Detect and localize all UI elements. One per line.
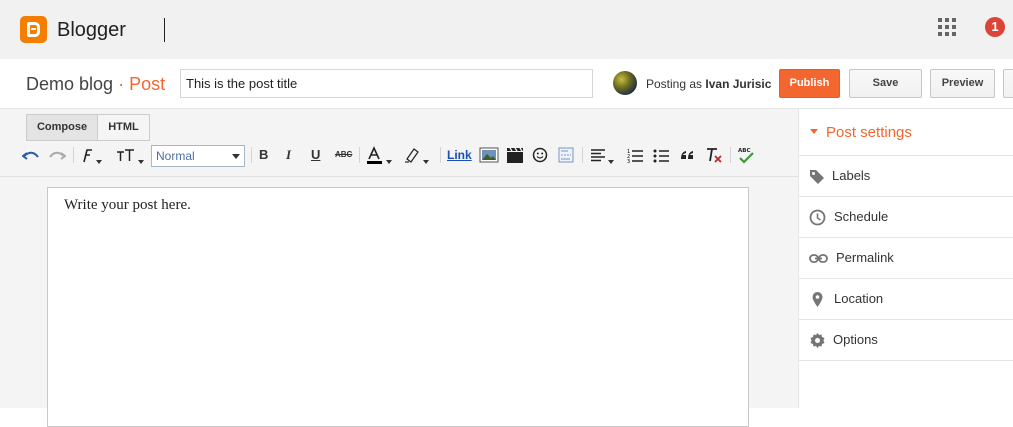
link-button[interactable]: Link	[447, 145, 472, 165]
author-avatar	[613, 71, 637, 95]
italic-icon[interactable]: I	[286, 145, 291, 165]
svg-text:3: 3	[627, 159, 630, 165]
text-color-icon[interactable]	[366, 145, 392, 165]
posting-as-text: Posting as Ivan Jurisic	[646, 77, 771, 91]
post-header-bar: Demo blog · Post Posting as Ivan Jurisic…	[0, 59, 1013, 109]
preview-button[interactable]: Preview	[930, 69, 995, 98]
post-body-text[interactable]: Write your post here.	[64, 197, 191, 214]
post-settings-header[interactable]: Post settings	[799, 109, 1013, 156]
clock-icon	[809, 209, 826, 226]
undo-icon[interactable]	[21, 145, 40, 165]
post-body-editor[interactable]: Write your post here.	[47, 187, 749, 427]
insert-emoji-icon[interactable]	[532, 145, 548, 165]
sidebar-item-label: Schedule	[834, 209, 889, 224]
posting-as-prefix: Posting as	[646, 77, 703, 91]
notification-badge[interactable]: 1	[985, 17, 1005, 37]
collapse-arrow-icon	[810, 129, 818, 134]
breadcrumb-section: Post	[129, 74, 166, 94]
strikethrough-icon[interactable]: ABC	[335, 145, 352, 165]
insert-jump-break-icon[interactable]	[558, 145, 574, 165]
redo-icon[interactable]	[48, 145, 67, 165]
close-button[interactable]	[1003, 69, 1013, 98]
bulleted-list-icon[interactable]	[653, 145, 671, 165]
save-button[interactable]: Save	[849, 69, 922, 98]
post-settings-title: Post settings	[826, 124, 912, 141]
editor-area: Compose HTML Normal B I U ABC Link 1 2 3…	[0, 109, 798, 427]
blogger-logo-icon[interactable]	[20, 16, 47, 43]
tab-html[interactable]: HTML	[98, 114, 150, 141]
formatting-toolbar: Normal B I U ABC Link 1 2 3 ABC	[18, 145, 798, 167]
tab-compose[interactable]: Compose	[26, 114, 98, 141]
sidebar-item-location[interactable]: Location	[799, 279, 1013, 320]
top-bar: Blogger 1	[0, 0, 1013, 59]
font-family-icon[interactable]	[80, 145, 102, 165]
post-settings-sidebar: Post settings Labels Schedule Permalink …	[798, 109, 1013, 408]
blog-name-link[interactable]: Demo blog	[26, 74, 113, 94]
sidebar-item-labels[interactable]: Labels	[799, 156, 1013, 197]
toolbar-divider	[359, 147, 360, 163]
brand-name[interactable]: Blogger	[57, 19, 126, 42]
toolbar-divider	[73, 147, 74, 163]
link-icon	[809, 250, 828, 267]
format-select-value: Normal	[156, 149, 195, 163]
toolbar-bottom-border	[0, 176, 798, 177]
spell-check-icon[interactable]: ABC	[737, 145, 755, 165]
highlight-color-icon[interactable]	[403, 145, 429, 165]
breadcrumb: Demo blog · Post	[26, 74, 165, 95]
top-divider	[164, 18, 165, 42]
svg-text:ABC: ABC	[738, 148, 751, 154]
bold-icon[interactable]: B	[259, 145, 268, 165]
map-pin-icon	[809, 291, 826, 308]
toolbar-divider	[440, 147, 441, 163]
editor-mode-tabs: Compose HTML	[26, 114, 150, 141]
align-icon[interactable]	[590, 145, 614, 165]
toolbar-divider	[251, 147, 252, 163]
post-title-input[interactable]	[180, 69, 593, 98]
sidebar-item-label: Permalink	[836, 250, 894, 265]
apps-grid-icon[interactable]	[938, 18, 956, 36]
sidebar-item-options[interactable]: Options	[799, 320, 1013, 361]
toolbar-divider	[730, 147, 731, 163]
sidebar-item-schedule[interactable]: Schedule	[799, 197, 1013, 238]
toolbar-divider	[582, 147, 583, 163]
sidebar-item-permalink[interactable]: Permalink	[799, 238, 1013, 279]
breadcrumb-separator: ·	[118, 74, 125, 94]
numbered-list-icon[interactable]: 123	[627, 145, 645, 165]
quote-icon[interactable]	[679, 145, 695, 165]
insert-image-icon[interactable]	[479, 145, 499, 165]
clear-formatting-icon[interactable]	[705, 145, 723, 165]
author-name: Ivan Jurisic	[705, 77, 772, 91]
insert-video-icon[interactable]	[506, 145, 524, 165]
font-size-icon[interactable]	[116, 145, 144, 165]
publish-button[interactable]: Publish	[779, 69, 840, 98]
paragraph-format-select[interactable]: Normal	[151, 145, 245, 167]
sidebar-item-label: Labels	[832, 168, 871, 183]
tag-icon	[809, 168, 826, 185]
sidebar-item-label: Options	[833, 332, 878, 347]
sidebar-item-label: Location	[834, 291, 884, 306]
underline-icon[interactable]: U	[311, 145, 320, 165]
gear-icon	[809, 332, 826, 349]
